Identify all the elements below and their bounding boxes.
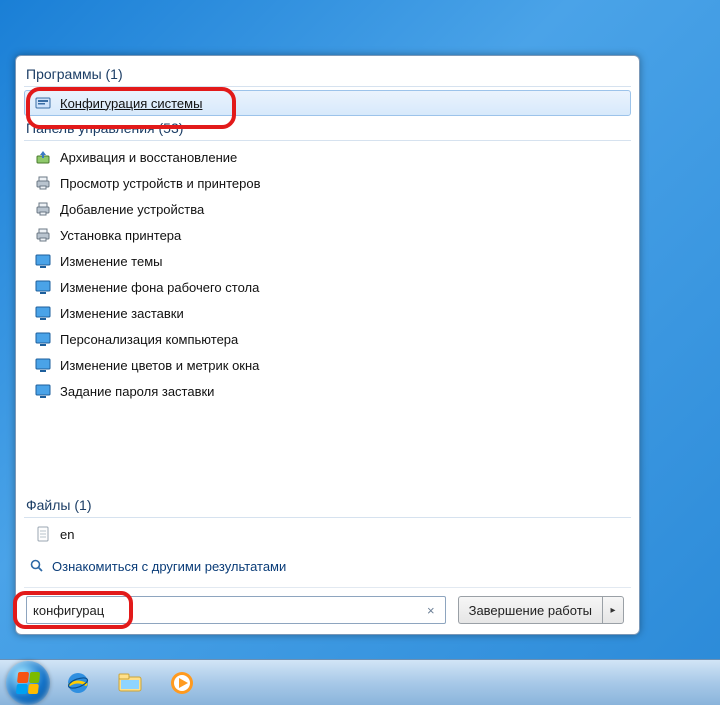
search-box[interactable]: ×: [26, 596, 446, 624]
result-label: en: [60, 527, 74, 542]
taskbar-explorer[interactable]: [106, 664, 154, 702]
theme-icon: [34, 330, 52, 348]
result-label: Задание пароля заставки: [60, 384, 214, 399]
result-system-configuration[interactable]: Конфигурация системы: [24, 90, 631, 116]
result-change-wallpaper[interactable]: Изменение фона рабочего стола: [24, 274, 631, 300]
result-label: Установка принтера: [60, 228, 181, 243]
result-devices-printers-view[interactable]: Просмотр устройств и принтеров: [24, 170, 631, 196]
taskbar-ie[interactable]: [54, 664, 102, 702]
backup-icon: [34, 148, 52, 166]
theme-icon: [34, 304, 52, 322]
windows-logo-icon: [16, 672, 40, 694]
theme-icon: [34, 252, 52, 270]
result-label: Изменение темы: [60, 254, 162, 269]
result-label: Персонализация компьютера: [60, 332, 238, 347]
printer-icon: [34, 174, 52, 192]
result-label: Конфигурация системы: [60, 96, 202, 111]
search-icon: [28, 557, 46, 575]
result-label: Просмотр устройств и принтеров: [60, 176, 260, 191]
printer-icon: [34, 226, 52, 244]
result-add-device[interactable]: Добавление устройства: [24, 196, 631, 222]
file-icon: [34, 525, 52, 543]
result-label: Архивация и восстановление: [60, 150, 237, 165]
shutdown-button[interactable]: Завершение работы: [458, 596, 602, 624]
result-change-theme[interactable]: Изменение темы: [24, 248, 631, 274]
result-install-printer[interactable]: Установка принтера: [24, 222, 631, 248]
start-button[interactable]: [6, 661, 50, 705]
shutdown-options-arrow[interactable]: ▸: [602, 596, 624, 624]
internet-explorer-icon: [63, 668, 93, 698]
result-label: Добавление устройства: [60, 202, 204, 217]
taskbar: [0, 659, 720, 705]
theme-icon: [34, 382, 52, 400]
result-file-en[interactable]: en: [24, 521, 631, 547]
divider: [24, 86, 631, 87]
result-backup-restore[interactable]: Архивация и восстановление: [24, 144, 631, 170]
result-window-color[interactable]: Изменение цветов и метрик окна: [24, 352, 631, 378]
result-label: Изменение фона рабочего стола: [60, 280, 259, 295]
search-input[interactable]: [33, 603, 423, 618]
theme-icon: [34, 278, 52, 296]
clear-search-icon[interactable]: ×: [423, 603, 439, 618]
divider: [24, 140, 631, 141]
start-menu-bottom-row: × Завершение работы ▸: [24, 587, 631, 634]
taskbar-media-player[interactable]: [158, 664, 206, 702]
result-change-screensaver[interactable]: Изменение заставки: [24, 300, 631, 326]
shutdown-split-button: Завершение работы ▸: [458, 596, 624, 624]
result-label: Изменение цветов и метрик окна: [60, 358, 259, 373]
divider: [24, 517, 631, 518]
control-panel-results: Архивация и восстановление Просмотр устр…: [24, 144, 631, 493]
section-files-header: Файлы (1): [24, 493, 631, 515]
shutdown-label: Завершение работы: [469, 603, 592, 618]
result-label: Изменение заставки: [60, 306, 184, 321]
printer-icon: [34, 200, 52, 218]
result-screensaver-password[interactable]: Задание пароля заставки: [24, 378, 631, 404]
see-more-label: Ознакомиться с другими результатами: [52, 559, 286, 574]
media-player-icon: [167, 668, 197, 698]
chevron-right-icon: ▸: [610, 605, 615, 616]
section-programs-header: Программы (1): [24, 62, 631, 84]
msconfig-icon: [34, 94, 52, 112]
section-control-panel-header: Панель управления (53): [24, 116, 631, 138]
folder-icon: [115, 668, 145, 698]
theme-icon: [34, 356, 52, 374]
result-personalization[interactable]: Персонализация компьютера: [24, 326, 631, 352]
see-more-results[interactable]: Ознакомиться с другими результатами: [24, 547, 631, 583]
start-menu-search-results: Программы (1) Конфигурация системы Панел…: [15, 55, 640, 635]
